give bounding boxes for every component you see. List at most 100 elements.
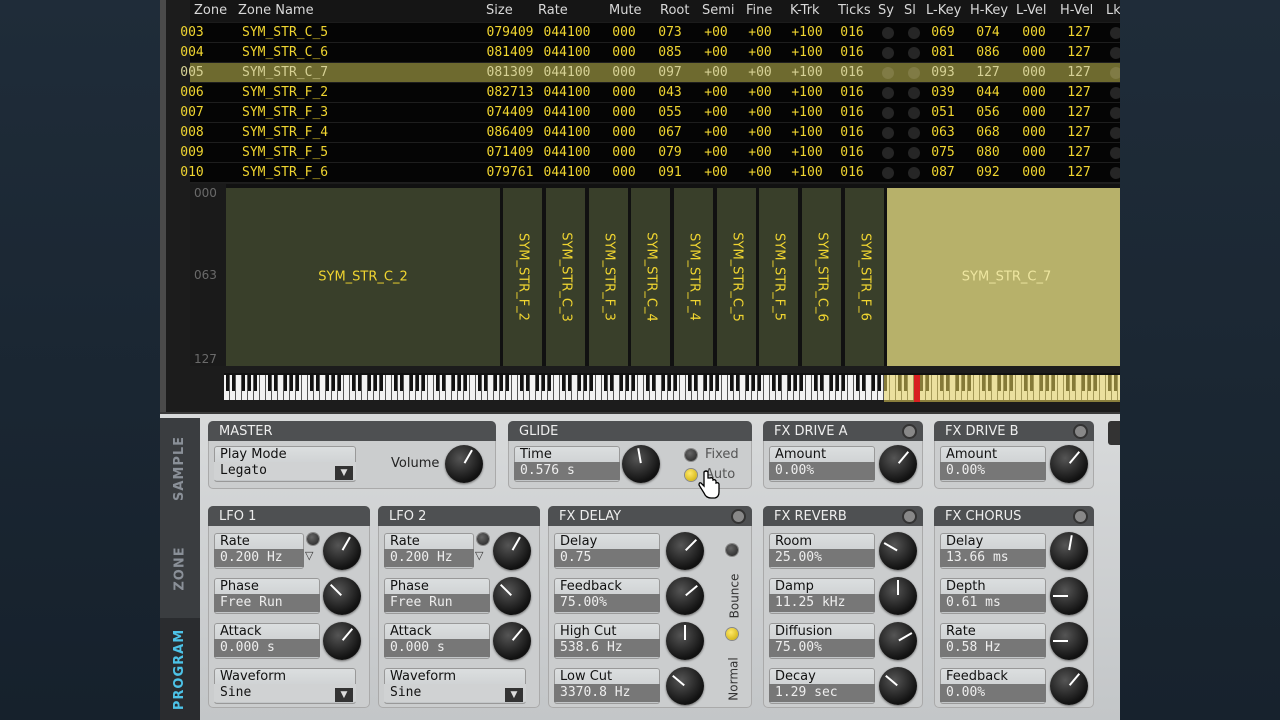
column-header[interactable]: Rate xyxy=(538,3,568,18)
table-row[interactable]: 010 SYM_STR_F_6 079761 044100 000 091 +00 +00 +1… xyxy=(180,163,1120,183)
toggle-dot[interactable] xyxy=(1110,127,1120,139)
drive-a-amount-param[interactable]: Amount 0.00% xyxy=(769,446,875,482)
zone-block[interactable]: SYM_STR_F_5 xyxy=(759,188,801,366)
play-mode-select[interactable]: Play Mode Legato ▼ xyxy=(214,446,356,482)
drive-b-amount-knob[interactable] xyxy=(1050,445,1088,483)
column-header[interactable]: Sl xyxy=(904,3,916,18)
volume-knob[interactable] xyxy=(445,445,483,483)
zone-block[interactable]: SYM_STR_C_2 xyxy=(226,188,503,366)
lfo1-rate-param[interactable]: Rate 0.200 Hz xyxy=(214,533,304,569)
column-header[interactable]: K-Trk xyxy=(790,3,820,18)
fx-reverb-damp-param[interactable]: Damp 11.25 kHz xyxy=(769,578,875,614)
zone-block[interactable]: SYM_STR_F_2 xyxy=(503,188,545,366)
lfo1-attack-param[interactable]: Attack 0.000 s xyxy=(214,623,320,659)
power-icon[interactable] xyxy=(902,424,917,439)
column-header[interactable]: H-Key xyxy=(970,3,1008,18)
zone-block[interactable]: SYM_STR_F_4 xyxy=(674,188,716,366)
column-header[interactable]: Zone xyxy=(194,3,227,18)
glide-auto-led[interactable] xyxy=(685,469,697,481)
keyboard[interactable] xyxy=(224,373,1120,402)
column-header[interactable]: H-Vel xyxy=(1060,3,1093,18)
toggle-dot[interactable] xyxy=(1110,27,1120,39)
highcut-knob[interactable] xyxy=(666,622,704,660)
lfo-sync-led[interactable] xyxy=(307,533,319,545)
chorus-delay-knob[interactable] xyxy=(1050,532,1088,570)
rate-knob[interactable] xyxy=(323,532,361,570)
toggle-dot[interactable] xyxy=(1110,67,1120,79)
column-header[interactable]: Root xyxy=(660,3,689,18)
toggle-dot[interactable] xyxy=(882,167,894,179)
lfo2-waveform-param[interactable]: Waveform Sine ▼ xyxy=(384,668,526,704)
lowcut-knob[interactable] xyxy=(666,667,704,705)
delay-knob[interactable] xyxy=(666,532,704,570)
toggle-dot[interactable] xyxy=(1110,107,1120,119)
zone-block[interactable]: SYM_STR_C_5 xyxy=(717,188,759,366)
fx-chorus-rate-param[interactable]: Rate 0.58 Hz xyxy=(940,623,1046,659)
tab-program[interactable]: PROGRAM xyxy=(160,618,200,720)
tab-zone[interactable]: ZONE xyxy=(160,520,200,616)
lfo1-phase-param[interactable]: Phase Free Run xyxy=(214,578,320,614)
glide-time-knob[interactable] xyxy=(622,445,660,483)
chorus-rate-knob[interactable] xyxy=(1050,622,1088,660)
zone-block[interactable]: SYM_STR_F_3 xyxy=(589,188,631,366)
decay-knob[interactable] xyxy=(879,667,917,705)
normal-led[interactable] xyxy=(726,628,738,640)
fx-delay-highcut-param[interactable]: High Cut 538.6 Hz xyxy=(554,623,660,659)
zone-block[interactable]: SYM_STR_C_4 xyxy=(631,188,673,366)
column-header[interactable]: Semi xyxy=(702,3,735,18)
chorus-feedback-knob[interactable] xyxy=(1050,667,1088,705)
fx-reverb-diffusion-param[interactable]: Diffusion 75.00% xyxy=(769,623,875,659)
fx-chorus-delay-param[interactable]: Delay 13.66 ms xyxy=(940,533,1046,569)
glide-fixed-led[interactable] xyxy=(685,449,697,461)
glide-time-param[interactable]: Time 0.576 s xyxy=(514,446,620,482)
column-header[interactable]: Ticks xyxy=(838,3,871,18)
tab-sample[interactable]: SAMPLE xyxy=(160,418,200,518)
zone-block[interactable]: SYM_STR_C_6 xyxy=(802,188,844,366)
chevron-down-icon[interactable]: ▼ xyxy=(335,466,353,480)
fx-delay-delay-param[interactable]: Delay 0.75 xyxy=(554,533,660,569)
drive-b-amount-param[interactable]: Amount 0.00% xyxy=(940,446,1046,482)
power-icon[interactable] xyxy=(731,509,746,524)
column-header[interactable]: L-Key xyxy=(926,3,961,18)
toggle-dot[interactable] xyxy=(882,47,894,59)
scroll-tab[interactable] xyxy=(1108,421,1120,445)
column-header[interactable]: L-Vel xyxy=(1016,3,1046,18)
rate-knob[interactable] xyxy=(493,532,531,570)
table-row[interactable]: 003 SYM_STR_C_5 079409 044100 000 073 +00 +00 +1… xyxy=(180,23,1120,43)
column-header[interactable]: Mute xyxy=(609,3,642,18)
toggle-dot[interactable] xyxy=(882,107,894,119)
damp-knob[interactable] xyxy=(879,577,917,615)
toggle-dot[interactable] xyxy=(882,87,894,99)
table-row[interactable]: 006 SYM_STR_F_2 082713 044100 000 043 +00 +00 +1… xyxy=(180,83,1120,103)
column-header[interactable]: Size xyxy=(486,3,513,18)
toggle-dot[interactable] xyxy=(882,67,894,79)
lfo-sync-led[interactable] xyxy=(477,533,489,545)
bounce-led[interactable] xyxy=(726,544,738,556)
attack-knob[interactable] xyxy=(323,622,361,660)
phase-knob[interactable] xyxy=(323,577,361,615)
power-icon[interactable] xyxy=(1073,424,1088,439)
zone-block[interactable]: SYM_STR_F_6 xyxy=(845,188,887,366)
toggle-dot[interactable] xyxy=(882,147,894,159)
chevron-down-icon[interactable]: ▼ xyxy=(335,688,353,702)
column-header[interactable]: Lk xyxy=(1106,3,1120,18)
key-velocity-map[interactable]: 000 063 127 SYM_STR_C_2 SYM_STR_F_2 SYM_ST… xyxy=(190,184,1120,366)
lfo2-phase-param[interactable]: Phase Free Run xyxy=(384,578,490,614)
toggle-dot[interactable] xyxy=(1110,147,1120,159)
column-header[interactable]: Zone Name xyxy=(238,3,314,18)
chorus-depth-knob[interactable] xyxy=(1050,577,1088,615)
table-row[interactable]: 009 SYM_STR_F_5 071409 044100 000 079 +00 +00 +1… xyxy=(180,143,1120,163)
lfo1-waveform-param[interactable]: Waveform Sine ▼ xyxy=(214,668,356,704)
diffusion-knob[interactable] xyxy=(879,622,917,660)
room-knob[interactable] xyxy=(879,532,917,570)
fx-chorus-depth-param[interactable]: Depth 0.61 ms xyxy=(940,578,1046,614)
drive-a-amount-knob[interactable] xyxy=(879,445,917,483)
chevron-down-icon[interactable]: ▼ xyxy=(505,688,523,702)
toggle-dot[interactable] xyxy=(882,27,894,39)
toggle-dot[interactable] xyxy=(1110,47,1120,59)
feedback-knob[interactable] xyxy=(666,577,704,615)
column-header[interactable]: Sy xyxy=(878,3,894,18)
toggle-dot[interactable] xyxy=(1110,167,1120,179)
zone-block-selected[interactable]: SYM_STR_C_7 xyxy=(887,188,1120,366)
table-row[interactable]: 005 SYM_STR_C_7 081309 044100 000 097 +00 +00 +1… xyxy=(180,63,1120,83)
